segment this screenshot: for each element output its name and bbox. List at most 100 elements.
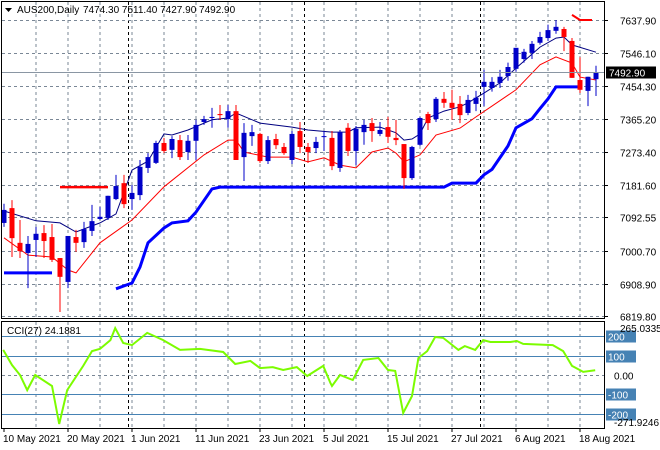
bull-candle-body [497,76,503,83]
bull-candle-body [377,129,383,134]
bear-candle-body [57,258,63,277]
bull-candle-body [529,43,535,53]
cci-level-label: -100 [608,391,628,402]
bull-candle-body [193,124,199,141]
bear-candle-body [441,98,447,103]
candles [1,19,599,312]
chart-ohlc: 7474.30 7511.40 7427.90 7492.90 [83,5,236,16]
bull-candle-body [409,146,415,179]
bull-candle-body [433,98,439,120]
bull-candle-body [337,132,343,168]
bull-candle-body [33,233,39,240]
bear-candle-body [345,127,351,151]
price-tick-label: 6819.80 [620,313,657,324]
bull-candle-body [537,36,543,43]
bull-candle-body [265,140,271,162]
bull-candle-body [361,124,367,133]
bear-candle-body [369,123,375,132]
bull-candle-body [513,47,519,69]
cci-level-label: 0.00 [614,372,634,383]
bull-candle-body [249,132,255,137]
cci-level-lines [2,336,604,415]
bull-candle-body [289,133,295,160]
time-tick-label: 1 Jun 2021 [131,434,181,445]
bear-candle-body [49,237,55,260]
time-tick-label: 5 Jul 2021 [323,434,370,445]
price-tick-label: 7273.40 [620,149,657,160]
time-tick-label: 20 May 2021 [67,434,125,445]
bear-candle-body [305,146,311,153]
bull-candle-body [225,111,231,120]
price-axis: 7637.90 7546.10 7454.30 7365.20 7273.40 7181.… [604,17,657,324]
price-tick-label: 7365.20 [620,116,657,127]
bull-candle-body [89,221,95,231]
bear-candle-body [393,137,399,141]
bull-candle-body [593,72,599,80]
bull-candle-body [585,76,591,91]
price-tick-label: 7181.60 [620,182,657,193]
upper-band-right-line [571,14,592,21]
cci-max-label: 265.0335 [620,324,660,335]
time-tick-label: 6 Aug 2021 [515,434,566,445]
cci-level-label: 100 [608,353,625,364]
bear-candle-body [577,80,583,90]
time-tick-label: 15 Jul 2021 [387,434,439,445]
bull-candle-body [65,235,71,282]
price-tick-label: 7092.55 [620,214,657,225]
bull-candle-body [313,141,319,149]
bear-candle-body [177,140,183,158]
time-tick-label: 10 May 2021 [3,434,61,445]
bull-candle-body [137,166,143,196]
bear-candle-body [161,142,167,151]
cci-axis: 2001000.00-100-200265.0335-271.9246 [606,324,660,429]
bear-candle-body [257,133,263,162]
bull-candle-body [417,118,423,145]
bear-candle-body [385,127,391,137]
bull-candle-body [201,119,207,122]
collapse-triangle-icon[interactable] [5,8,12,12]
bear-candle-body [121,183,127,205]
bear-candle-body [217,114,223,116]
time-tick-label: 27 Jul 2021 [451,434,503,445]
time-tick-label: 23 Jun 2021 [259,434,314,445]
bull-candle-body [353,128,359,151]
cci-title: CCI(27) 24.1881 [7,326,81,337]
time-axis: 10 May 2021 20 May 2021 1 Jun 2021 11 Jun 2… [3,428,636,445]
bull-candle-body [481,81,487,87]
price-tick-label: 7637.90 [620,17,657,28]
bull-candle-body [1,209,7,223]
bull-candle-body [321,136,327,138]
bull-candle-body [169,139,175,150]
bull-candle-body [209,116,215,119]
bull-candle-body [145,157,151,168]
bear-candle-body [329,137,335,167]
bull-candle-body [521,51,527,60]
lower-band-line [115,85,580,291]
bull-candle-body [81,229,87,243]
price-tick-label: 7454.30 [620,83,657,94]
bear-candle-body [297,131,303,147]
time-tick-label: 18 Aug 2021 [579,434,636,445]
cci-min-label: -271.9246 [614,418,659,429]
bull-candle-body [489,81,495,88]
current-price-label: 7492.90 [609,69,646,80]
time-tick-label: 11 Jun 2021 [195,434,250,445]
bear-candle-body [9,208,15,239]
bull-candle-body [153,142,159,163]
bull-candle-body [129,192,135,200]
bear-candle-body [233,111,239,160]
bear-candle-body [457,103,463,116]
bear-candle-body [561,29,567,37]
bull-candle-body [97,216,103,219]
bear-candle-body [401,144,407,179]
bear-candle-body [425,114,431,124]
current-price-tag: 7492.90 [606,66,656,80]
chart-symbol: AUS200,Daily [17,5,79,16]
bull-candle-body [241,132,247,158]
bull-candle-body [105,195,111,218]
bull-candle-body [473,97,479,104]
bear-candle-body [41,233,47,242]
bull-candle-body [113,186,119,200]
bull-candle-body [553,26,559,31]
chart-header: AUS200,Daily 7474.30 7511.40 7427.90 749… [5,5,236,16]
